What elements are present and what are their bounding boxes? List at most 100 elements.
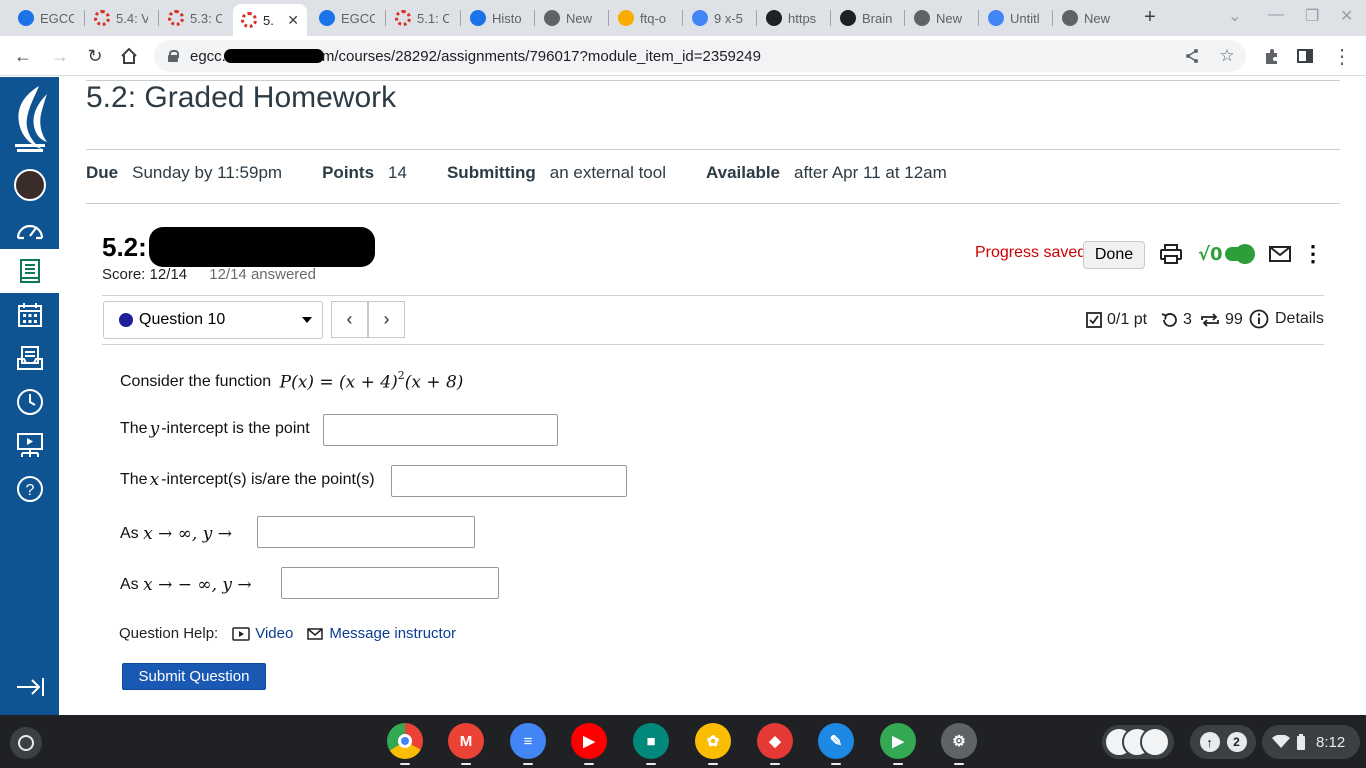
next-question-button[interactable]: › — [368, 301, 405, 338]
attempts-count: 99 — [1225, 311, 1243, 328]
os-shelf: ↑ 2 8:12 M ≡ ▶ ■ ✿ ◆ ✎ ▶ ⚙ — [0, 715, 1366, 768]
tab-label: 9 x-5 — [714, 10, 743, 26]
tab[interactable]: EGCC — [10, 3, 82, 33]
tab-separator — [1052, 10, 1053, 26]
chrome-app-icon[interactable] — [387, 723, 423, 759]
tab-separator — [460, 10, 461, 26]
more-options-icon[interactable]: ⋮ — [1301, 241, 1325, 266]
prompt-intro: Consider the function — [120, 372, 272, 390]
tab[interactable]: Brain — [832, 3, 902, 33]
tab[interactable]: New — [906, 3, 976, 33]
xintercept-input[interactable] — [391, 465, 627, 497]
meet-app-icon[interactable]: ■ — [633, 723, 669, 759]
tab-label: New — [1084, 10, 1111, 26]
assignment-details: Due Sunday by 11:59pm Points 14 Submitting an… — [86, 163, 987, 183]
docs-app-icon[interactable]: ≡ — [510, 723, 546, 759]
question-select[interactable]: Question 10 — [103, 301, 323, 339]
photos-app-icon[interactable]: ✿ — [695, 723, 731, 759]
question-select-value: Question 10 — [139, 311, 226, 328]
share-icon[interactable] — [1180, 44, 1204, 68]
tab[interactable]: New — [536, 3, 606, 33]
tab-label: New — [566, 10, 593, 26]
submit-question-button[interactable]: Submit Question — [122, 663, 266, 690]
collapse-nav-icon[interactable] — [0, 665, 59, 709]
history-clock-icon[interactable] — [0, 380, 59, 424]
canvas-logo-icon[interactable] — [0, 81, 59, 157]
tab-active[interactable]: 5. ✕ — [233, 4, 307, 36]
video-link[interactable]: Video — [232, 625, 293, 642]
tab-separator — [534, 10, 535, 26]
tab-label: https — [788, 10, 817, 26]
reload-icon[interactable]: ↻ — [83, 44, 107, 68]
close-tab-icon[interactable]: ✕ — [287, 12, 299, 29]
done-button[interactable]: Done — [1083, 241, 1145, 269]
url-host: egcc. — [190, 47, 226, 65]
upload-arrow-icon: ↑ — [1199, 732, 1220, 752]
help-icon[interactable]: ? — [0, 467, 59, 511]
app-running-indicator — [831, 763, 841, 765]
bookmark-star-icon[interactable]: ☆ — [1215, 44, 1239, 68]
myopenmath-icon — [241, 12, 257, 28]
gmail-app-icon[interactable]: M — [448, 723, 484, 759]
home-icon[interactable] — [117, 44, 141, 68]
new-tab-button[interactable]: + — [1138, 5, 1162, 29]
tab[interactable]: 5.1: C — [387, 3, 457, 33]
forward-icon[interactable]: → — [48, 44, 72, 68]
play-store-app-icon[interactable]: ▶ — [880, 723, 916, 759]
inbox-icon[interactable] — [0, 336, 59, 380]
back-icon[interactable]: ← — [11, 44, 35, 68]
message-instructor-link[interactable]: Message instructor — [307, 625, 456, 642]
details-button[interactable]: Details — [1249, 309, 1324, 329]
toggle-switch[interactable] — [1224, 244, 1255, 264]
end-behavior-positive-input[interactable] — [257, 516, 475, 548]
launcher-icon[interactable] — [10, 727, 42, 759]
title-redaction — [148, 227, 375, 267]
calendar-icon[interactable] — [0, 293, 59, 337]
tab-label: EGCC — [40, 10, 74, 26]
tab-search-icon[interactable]: ⌄ — [1228, 6, 1241, 26]
global-navigation: ? — [0, 77, 59, 715]
message-icon[interactable] — [1268, 242, 1292, 266]
tab[interactable]: Histo — [462, 3, 532, 33]
notification-count: 2 — [1226, 732, 1247, 752]
tab[interactable]: New — [1054, 3, 1124, 33]
envelope-icon — [307, 627, 324, 640]
end-behavior-negative-input[interactable] — [281, 567, 499, 599]
close-window-icon[interactable]: ✕ — [1340, 6, 1353, 26]
previous-question-button[interactable]: ‹ — [331, 301, 368, 338]
help-label: Question Help: — [119, 625, 219, 642]
tab[interactable]: Untitl — [980, 3, 1050, 33]
draw-app-icon[interactable]: ✎ — [818, 723, 854, 759]
tab[interactable]: https — [758, 3, 828, 33]
address-bar[interactable]: egcc. m/courses/28292/assignments/796017… — [154, 40, 1246, 72]
phone-hub-pods[interactable] — [1102, 725, 1174, 759]
status-tray[interactable]: 8:12 — [1262, 725, 1360, 759]
chrome-icon — [1062, 10, 1078, 26]
maximize-icon[interactable]: ❐ — [1305, 6, 1319, 26]
print-icon[interactable] — [1159, 242, 1183, 266]
tab-label: Brain — [862, 10, 893, 26]
yintercept-input[interactable] — [323, 414, 558, 446]
retries-remaining: 3 — [1160, 311, 1192, 329]
tab[interactable]: 9 x-5 — [684, 3, 754, 33]
side-panel-icon[interactable] — [1293, 44, 1317, 68]
browser-menu-icon[interactable]: ⋮ — [1330, 44, 1354, 68]
dashboard-icon[interactable] — [0, 208, 59, 252]
tab[interactable]: ftq-o — [610, 3, 680, 33]
extensions-icon[interactable] — [1259, 44, 1283, 68]
tab[interactable]: 5.3: C — [160, 3, 230, 33]
tab[interactable]: EGCC — [311, 3, 383, 33]
account-avatar[interactable] — [0, 163, 59, 207]
tab[interactable]: 5.4: V — [86, 3, 156, 33]
minimize-icon[interactable]: — — [1268, 6, 1284, 24]
app-running-indicator — [770, 763, 780, 765]
courses-icon[interactable] — [0, 249, 59, 293]
cube-app-icon[interactable]: ◆ — [757, 723, 793, 759]
math-entry-toggle[interactable]: √0 — [1198, 242, 1255, 266]
yintercept-label: The y -intercept is the point — [120, 419, 310, 439]
commons-icon[interactable] — [0, 424, 59, 468]
tab-label: Untitl — [1010, 10, 1040, 26]
notification-tray[interactable]: ↑ 2 — [1190, 725, 1256, 759]
youtube-app-icon[interactable]: ▶ — [571, 723, 607, 759]
settings-app-icon[interactable]: ⚙ — [941, 723, 977, 759]
